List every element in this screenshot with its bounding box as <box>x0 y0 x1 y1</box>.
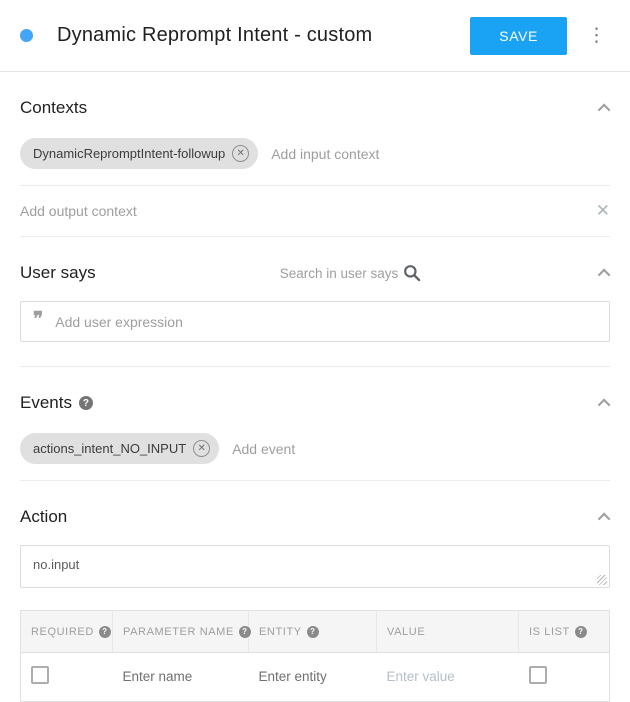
parameter-row <box>21 653 610 702</box>
divider <box>20 236 610 237</box>
resize-grip-icon[interactable] <box>597 575 607 585</box>
page-title: Dynamic Reprompt Intent - custom <box>57 24 372 47</box>
chevron-up-icon[interactable] <box>598 103 611 116</box>
column-header-required: REQUIRED ? <box>21 611 113 653</box>
clear-contexts-icon[interactable]: ✕ <box>596 201 610 221</box>
remove-event-icon[interactable]: ✕ <box>193 440 210 457</box>
column-header-is-list: IS LIST ? <box>519 611 610 653</box>
divider <box>20 366 610 367</box>
required-cell <box>21 653 113 702</box>
value-field[interactable] <box>387 669 509 684</box>
column-header-parameter-name: PARAMETER NAME ? <box>113 611 249 653</box>
search-input[interactable] <box>260 266 398 281</box>
help-icon[interactable]: ? <box>307 626 319 638</box>
add-output-context-field[interactable] <box>20 203 584 219</box>
intent-header: Dynamic Reprompt Intent - custom SAVE ⋮ <box>0 0 630 72</box>
kebab-menu-icon[interactable]: ⋮ <box>583 22 610 49</box>
input-contexts-row: DynamicRepromptIntent-followup ✕ <box>20 138 610 169</box>
action-title: Action <box>20 507 67 527</box>
column-header-value: VALUE <box>377 611 519 653</box>
action-section: Action no.input REQUIRED ? PARAMETER <box>0 507 630 702</box>
column-header-label: PARAMETER NAME <box>123 626 234 638</box>
quote-icon: ❞ <box>33 314 43 325</box>
user-says-title: User says <box>20 263 96 283</box>
column-header-label: IS LIST <box>529 626 570 638</box>
chevron-up-icon[interactable] <box>598 398 611 411</box>
action-name-field[interactable]: no.input <box>33 557 597 574</box>
remove-context-icon[interactable]: ✕ <box>232 145 249 162</box>
parameter-name-cell <box>113 653 249 702</box>
output-context-row: ✕ <box>20 186 610 236</box>
help-icon[interactable]: ? <box>239 626 251 638</box>
parameter-name-field[interactable] <box>123 669 239 684</box>
is-list-checkbox[interactable] <box>529 666 547 684</box>
column-header-entity: ENTITY ? <box>249 611 377 653</box>
help-icon[interactable]: ? <box>79 396 93 410</box>
input-context-chip[interactable]: DynamicRepromptIntent-followup ✕ <box>20 138 258 169</box>
add-event-field[interactable] <box>232 441 610 457</box>
event-chip[interactable]: actions_intent_NO_INPUT ✕ <box>20 433 219 464</box>
entity-cell <box>249 653 377 702</box>
entity-field[interactable] <box>259 669 367 684</box>
help-icon[interactable]: ? <box>575 626 587 638</box>
contexts-section: Contexts DynamicRepromptIntent-followup … <box>0 98 630 237</box>
event-chip-label: actions_intent_NO_INPUT <box>33 441 186 456</box>
events-row: actions_intent_NO_INPUT ✕ <box>20 433 610 464</box>
chevron-up-icon[interactable] <box>598 512 611 525</box>
search-icon[interactable] <box>402 263 422 283</box>
help-icon[interactable]: ? <box>99 626 111 638</box>
column-header-label: ENTITY <box>259 626 302 638</box>
column-header-label: REQUIRED <box>31 626 94 638</box>
action-input-box: no.input <box>20 545 610 588</box>
user-says-search <box>260 263 436 283</box>
add-user-expression-field[interactable] <box>55 314 597 330</box>
intent-status-icon <box>20 29 33 42</box>
user-expression-box[interactable]: ❞ <box>20 301 610 342</box>
required-checkbox[interactable] <box>31 666 49 684</box>
chevron-up-icon[interactable] <box>598 268 611 281</box>
contexts-title: Contexts <box>20 98 87 118</box>
user-says-section: User says ❞ <box>0 263 630 367</box>
parameters-header-row: REQUIRED ? PARAMETER NAME ? ENTITY ? <box>21 611 610 653</box>
is-list-cell <box>519 653 610 702</box>
parameters-table: REQUIRED ? PARAMETER NAME ? ENTITY ? <box>20 610 610 702</box>
save-button[interactable]: SAVE <box>470 17 567 55</box>
column-header-label: VALUE <box>387 626 425 638</box>
divider <box>20 480 610 481</box>
input-context-chip-label: DynamicRepromptIntent-followup <box>33 146 225 161</box>
events-title: Events <box>20 393 72 413</box>
value-cell <box>377 653 519 702</box>
events-section: Events ? actions_intent_NO_INPUT ✕ <box>0 393 630 481</box>
add-input-context-field[interactable] <box>271 146 610 162</box>
